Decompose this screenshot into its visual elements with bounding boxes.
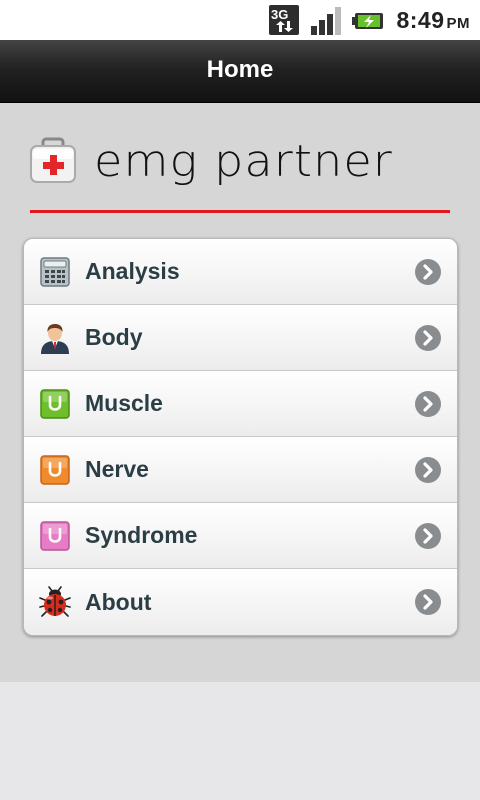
status-icons: 3G 8:49 PM xyxy=(268,4,470,36)
ladybug-icon xyxy=(39,586,71,618)
brand-divider xyxy=(30,210,450,213)
status-bar: 3G 8:49 PM xyxy=(0,0,480,40)
main-content: emg partner Analysis Body Muscle Nerve S… xyxy=(0,103,480,682)
menu-item-label: About xyxy=(85,588,152,615)
menu-item-label: Body xyxy=(85,324,143,350)
menu-item-label: Syndrome xyxy=(85,522,198,548)
brand-name: emg partner xyxy=(94,135,393,187)
network-3g-icon: 3G xyxy=(269,5,300,35)
menu-item-label: Nerve xyxy=(85,456,149,482)
title-bar: Home xyxy=(0,40,480,103)
chevron-right-icon xyxy=(415,325,441,351)
menu-item-label: Analysis xyxy=(85,258,180,284)
chevron-right-icon xyxy=(415,391,441,417)
menu-item-nerve[interactable]: Nerve xyxy=(24,437,457,503)
battery-charging-icon xyxy=(352,13,384,29)
clock-text: 8:49 xyxy=(396,6,445,33)
chevron-right-icon xyxy=(415,259,441,285)
empty-bottom-area xyxy=(0,682,480,800)
menu-item-analysis[interactable]: Analysis xyxy=(24,239,457,305)
menu-item-body[interactable]: Body xyxy=(24,305,457,371)
status-time: 8:49 PM xyxy=(396,7,470,34)
menu-item-label: Muscle xyxy=(85,390,163,416)
menu-item-about[interactable]: About xyxy=(24,569,457,635)
orange-magnet-icon xyxy=(39,454,71,486)
chevron-right-icon xyxy=(415,523,441,549)
calculator-icon xyxy=(39,256,71,288)
pink-magnet-icon xyxy=(39,520,71,552)
first-aid-kit-icon xyxy=(30,137,76,183)
page-title: Home xyxy=(206,56,274,83)
person-icon xyxy=(39,322,71,354)
brand-header: emg partner xyxy=(30,131,392,191)
clock-ampm: PM xyxy=(446,14,470,32)
menu-item-muscle[interactable]: Muscle xyxy=(24,371,457,437)
menu-item-syndrome[interactable]: Syndrome xyxy=(24,503,457,569)
svg-text:3G: 3G xyxy=(271,7,288,22)
chevron-right-icon xyxy=(415,457,441,483)
home-menu: Analysis Body Muscle Nerve Syndrome Abou… xyxy=(23,238,458,636)
signal-icon xyxy=(311,7,342,35)
chevron-right-icon xyxy=(415,589,441,615)
green-magnet-icon xyxy=(39,388,71,420)
